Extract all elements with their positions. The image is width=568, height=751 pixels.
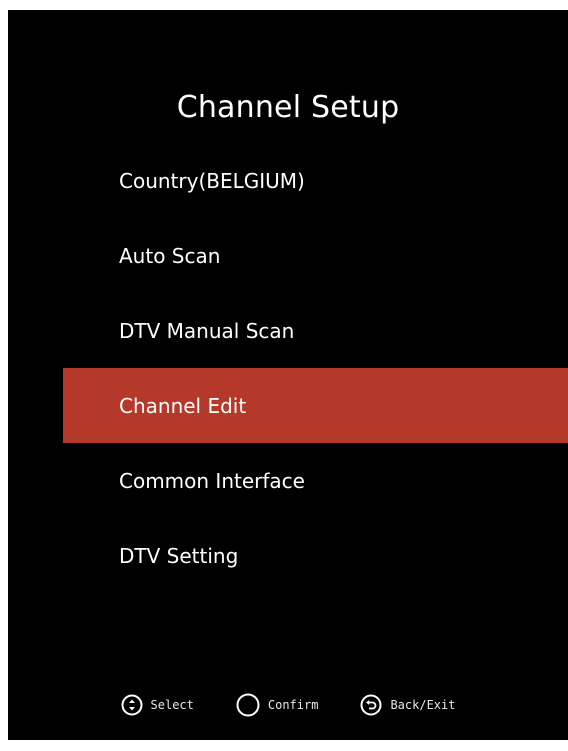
menu-item-label: Auto Scan bbox=[119, 243, 221, 268]
menu-item-channel-edit[interactable]: Channel Edit bbox=[63, 368, 568, 443]
back-arrow-icon bbox=[360, 694, 382, 716]
hint-back: Back/Exit bbox=[360, 694, 455, 716]
menu-item-label: DTV Manual Scan bbox=[119, 318, 295, 343]
hint-confirm: Confirm bbox=[236, 693, 319, 717]
hint-back-label: Back/Exit bbox=[390, 698, 456, 712]
menu-item-common-interface[interactable]: Common Interface bbox=[63, 443, 568, 518]
channel-setup-menu: Country(BELGIUM) Auto Scan DTV Manual Sc… bbox=[63, 143, 568, 593]
menu-item-dtv-manual-scan[interactable]: DTV Manual Scan bbox=[63, 293, 568, 368]
menu-item-label: Channel Edit bbox=[119, 393, 247, 418]
hint-select-label: Select bbox=[150, 698, 194, 712]
menu-item-label: Common Interface bbox=[119, 468, 305, 493]
hint-confirm-label: Confirm bbox=[267, 698, 319, 712]
menu-item-label: DTV Setting bbox=[119, 543, 239, 568]
key-hints-bar: Select Confirm Back/Exit bbox=[8, 693, 568, 717]
page-title: Channel Setup bbox=[176, 90, 400, 125]
menu-item-country[interactable]: Country(BELGIUM) bbox=[63, 143, 568, 218]
menu-item-label: Country(BELGIUM) bbox=[119, 168, 305, 193]
menu-item-dtv-setting[interactable]: DTV Setting bbox=[63, 518, 568, 593]
hint-select: Select bbox=[121, 694, 194, 716]
up-down-icon bbox=[121, 694, 143, 716]
circle-icon bbox=[236, 693, 260, 717]
tv-screen: Channel Setup Country(BELGIUM) Auto Scan… bbox=[8, 10, 568, 740]
menu-item-auto-scan[interactable]: Auto Scan bbox=[63, 218, 568, 293]
